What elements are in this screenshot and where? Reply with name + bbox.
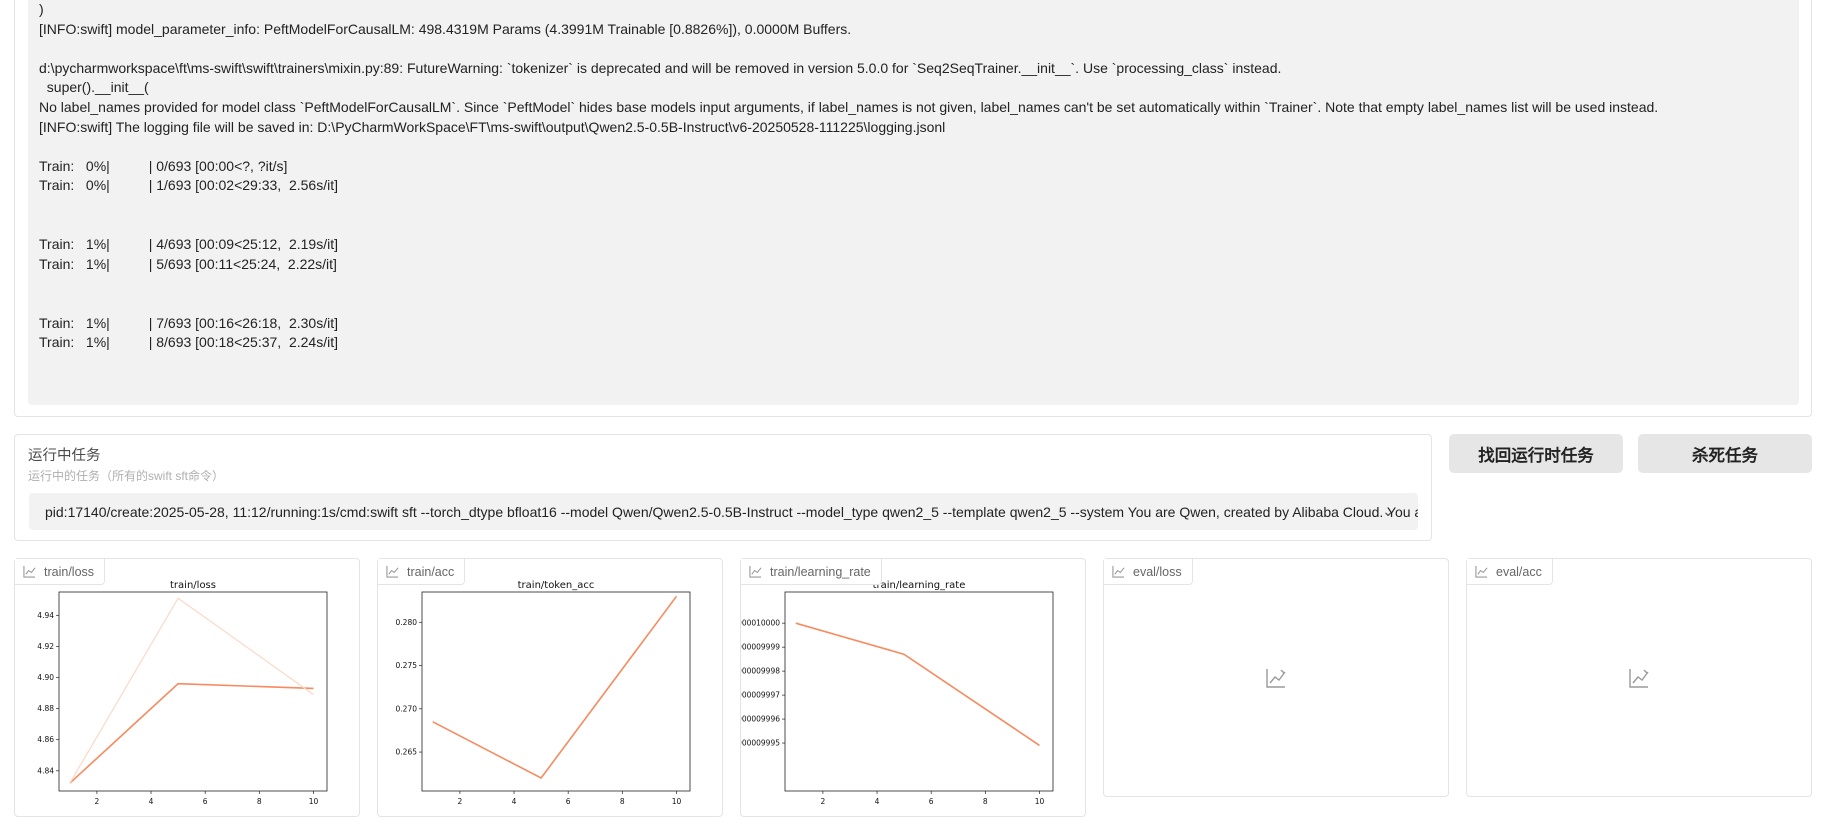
y-tick-label: 000009995 bbox=[741, 739, 780, 748]
plot-label: eval/loss bbox=[1104, 559, 1193, 585]
plot-label-text: eval/loss bbox=[1133, 564, 1182, 579]
y-tick-label: 0.280 bbox=[396, 618, 418, 627]
chevron-down-icon[interactable]: ⌄ bbox=[1382, 503, 1394, 520]
running-task-selected: pid:17140/create:2025-05-28, 11:12/runni… bbox=[45, 503, 1418, 520]
plot-frame bbox=[784, 591, 1054, 792]
x-tick-label: 2 bbox=[95, 797, 100, 806]
running-task-subtitle: 运行中的任务（所有的swift sft命令） bbox=[28, 469, 225, 483]
chart-title: train/loss bbox=[170, 580, 216, 591]
y-tick-label: 0.270 bbox=[396, 704, 418, 713]
series-line bbox=[795, 622, 1040, 747]
log-line: ) bbox=[39, 1, 44, 17]
empty-chart-icon bbox=[1266, 668, 1286, 688]
plot-label: train/learning_rate bbox=[741, 559, 882, 585]
y-tick-label: 0.265 bbox=[396, 748, 418, 757]
log-line: Train: 1%| | 8/693 [00:18<25:37, 2.24s/i… bbox=[39, 334, 338, 351]
kill-task-button[interactable]: 杀死任务 bbox=[1638, 434, 1812, 473]
x-tick-label: 8 bbox=[983, 797, 988, 806]
empty-chart-icon bbox=[1629, 668, 1649, 688]
y-tick-label: 4.94 bbox=[37, 611, 54, 620]
y-tick-label: 4.86 bbox=[37, 735, 54, 744]
chart-icon bbox=[386, 565, 399, 578]
y-tick-label: 000010000 bbox=[741, 619, 780, 628]
log-line: Train: 1%| | 7/693 [00:16<26:18, 2.30s/i… bbox=[39, 314, 338, 331]
log-output[interactable]: ) [INFO:swift] model_parameter_info: Peft… bbox=[28, 0, 1799, 405]
running-task-title: 运行中任务 bbox=[28, 448, 101, 464]
running-task-panel: 运行中任务 运行中的任务（所有的swift sft命令） pid:17140/c… bbox=[14, 434, 1432, 541]
chart-icon bbox=[749, 565, 762, 578]
x-tick-label: 6 bbox=[566, 797, 571, 806]
x-tick-label: 6 bbox=[203, 797, 208, 806]
plot-frame bbox=[58, 591, 328, 792]
x-tick-label: 8 bbox=[620, 797, 625, 806]
plot-label: train/acc bbox=[378, 559, 466, 585]
x-tick-label: 6 bbox=[929, 797, 934, 806]
plot-train-acc: train/acc train/token_acc 2 4 6 8 10 0.265 0.27… bbox=[377, 558, 723, 817]
x-tick-label: 4 bbox=[149, 797, 154, 806]
series-line bbox=[69, 597, 314, 784]
x-tick-label: 10 bbox=[672, 797, 682, 806]
log-line: Train: 0%| | 0/693 [00:00<?, ?it/s] bbox=[39, 157, 288, 174]
y-tick-label: 4.88 bbox=[37, 704, 54, 713]
series-line bbox=[432, 595, 678, 780]
y-tick-label: 000009998 bbox=[741, 667, 780, 676]
y-tick-label: 000009997 bbox=[741, 691, 780, 700]
plot-eval-loss: eval/loss bbox=[1103, 558, 1449, 797]
plot-frame bbox=[421, 591, 691, 792]
chart-icon bbox=[23, 565, 36, 578]
chart-icon bbox=[1475, 565, 1488, 578]
plot-eval-acc: eval/acc bbox=[1466, 558, 1812, 797]
x-tick-label: 2 bbox=[458, 797, 463, 806]
log-line: Train: 1%| | 4/693 [00:09<25:12, 2.19s/i… bbox=[39, 236, 338, 253]
plot-label-text: train/learning_rate bbox=[770, 564, 871, 579]
log-line: Train: 0%| | 1/693 [00:02<29:33, 2.56s/i… bbox=[39, 177, 338, 194]
chart-icon bbox=[1112, 565, 1125, 578]
y-tick-label: 000009999 bbox=[741, 643, 780, 652]
running-task-dropdown[interactable]: pid:17140/create:2025-05-28, 11:12/runni… bbox=[29, 493, 1418, 530]
chart-title: train/learning_rate bbox=[873, 580, 966, 591]
plot-label: eval/acc bbox=[1467, 559, 1553, 585]
x-tick-label: 8 bbox=[257, 797, 262, 806]
chart-train-learning-rate: train/learning_rate 2 4 6 8 10 000009995 000009… bbox=[741, 580, 1054, 806]
plot-train-loss: train/loss train/loss 2 4 6 8 10 4.84 4.86 4.88 4… bbox=[14, 558, 360, 817]
log-line: d:\pycharmworkspace\ft\ms-swift\swift\tr… bbox=[39, 59, 1282, 76]
x-tick-label: 10 bbox=[1035, 797, 1045, 806]
log-line: [INFO:swift] model_parameter_info: PeftM… bbox=[39, 20, 852, 37]
x-tick-label: 2 bbox=[821, 797, 826, 806]
log-line: super().__init__( bbox=[39, 79, 149, 96]
x-tick-label: 4 bbox=[512, 797, 517, 806]
plot-train-learning-rate: train/learning_rate train/learning_rate 2… bbox=[740, 558, 1086, 817]
chart-title: train/token_acc bbox=[518, 580, 595, 591]
recover-task-button[interactable]: 找回运行时任务 bbox=[1449, 434, 1623, 473]
x-tick-label: 4 bbox=[875, 797, 880, 806]
y-tick-label: 4.92 bbox=[37, 642, 54, 651]
plot-label: train/loss bbox=[15, 559, 106, 585]
series-line bbox=[69, 682, 314, 784]
log-line: [INFO:swift] The logging file will be sa… bbox=[39, 118, 946, 135]
plot-label-text: eval/acc bbox=[1496, 564, 1542, 579]
log-line: Train: 1%| | 5/693 [00:11<25:24, 2.22s/i… bbox=[39, 255, 337, 272]
plot-label-text: train/acc bbox=[407, 564, 455, 579]
log-line: No label_names provided for model class … bbox=[39, 98, 1659, 115]
y-tick-label: 4.84 bbox=[37, 766, 54, 775]
x-tick-label: 10 bbox=[309, 797, 319, 806]
chart-train-loss: train/loss 2 4 6 8 10 4.84 4.86 4.88 4.90 4.92 4.94 bbox=[37, 580, 328, 806]
y-tick-label: 4.90 bbox=[37, 673, 54, 682]
y-tick-label: 0.275 bbox=[396, 661, 418, 670]
y-tick-label: 000009996 bbox=[741, 715, 780, 724]
chart-train-acc: train/token_acc 2 4 6 8 10 0.265 0.270 0.275 0.28… bbox=[396, 580, 691, 806]
plot-label-text: train/loss bbox=[44, 564, 95, 579]
log-panel: ) [INFO:swift] model_parameter_info: Peft… bbox=[14, 0, 1812, 417]
